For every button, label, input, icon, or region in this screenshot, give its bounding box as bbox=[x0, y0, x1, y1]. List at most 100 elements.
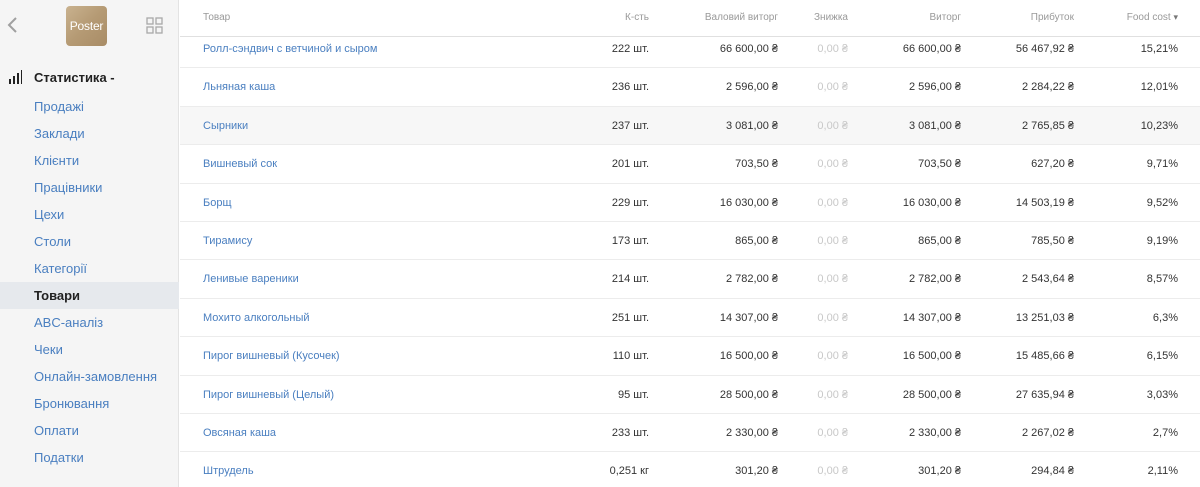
food-cost-label: Food cost bbox=[1126, 12, 1171, 23]
back-chevron-icon[interactable] bbox=[6, 14, 20, 36]
column-header-revenue[interactable]: Виторг bbox=[930, 12, 962, 23]
quantity-cell: 0,251 кг bbox=[609, 465, 649, 478]
product-name-link[interactable]: Льняная каша bbox=[203, 81, 275, 93]
sidebar-item[interactable]: Чеки bbox=[0, 336, 179, 363]
discount-cell: 0,00 ₴ bbox=[817, 465, 848, 478]
products-table: Товар К-сть Валовий виторг Знижка Виторг… bbox=[180, 0, 1200, 487]
profit-cell: 2 284,22 ₴ bbox=[1022, 81, 1074, 94]
product-name-link[interactable]: Ролл-сэндвич с ветчиной и сыром bbox=[203, 43, 377, 55]
sidebar-item[interactable]: ABC-аналіз bbox=[0, 309, 179, 336]
section-title: Статистика - bbox=[34, 69, 115, 85]
app-logo[interactable]: Poster bbox=[66, 6, 107, 46]
column-header-profit[interactable]: Прибуток bbox=[1031, 12, 1074, 23]
quantity-cell: 222 шт. bbox=[611, 43, 649, 55]
revenue-cell: 28 500,00 ₴ bbox=[902, 388, 961, 401]
column-header-quantity[interactable]: К-сть bbox=[625, 12, 649, 23]
discount-cell: 0,00 ₴ bbox=[817, 119, 848, 132]
food-cost-cell: 12,01% bbox=[1140, 81, 1178, 94]
quantity-cell: 110 шт. bbox=[612, 350, 649, 363]
table-row[interactable]: Сырники 237 шт. 3 081,00 ₴ 0,00 ₴ 3 081,00 ₴… bbox=[180, 106, 1200, 146]
sidebar-item[interactable]: Онлайн-замовлення bbox=[0, 363, 179, 390]
column-header-gross-revenue[interactable]: Валовий виторг bbox=[705, 12, 778, 23]
product-name-link[interactable]: Сырники bbox=[203, 120, 248, 132]
food-cost-cell: 9,52% bbox=[1146, 196, 1178, 209]
revenue-cell: 2 782,00 ₴ bbox=[909, 273, 961, 286]
profit-cell: 14 503,19 ₴ bbox=[1015, 196, 1074, 209]
food-cost-cell: 10,23% bbox=[1140, 119, 1178, 132]
table-row[interactable]: Мохито алкогольный 251 шт. 14 307,00 ₴ 0,00… bbox=[180, 299, 1200, 338]
gross-revenue-cell: 2 596,00 ₴ bbox=[726, 81, 778, 94]
sort-desc-icon: ▾ bbox=[1173, 12, 1178, 22]
food-cost-cell: 8,57% bbox=[1146, 273, 1178, 286]
sidebar-item[interactable]: Цехи bbox=[0, 201, 179, 228]
column-header-discount[interactable]: Знижка bbox=[814, 12, 848, 23]
sidebar-item[interactable]: Заклади bbox=[0, 120, 179, 147]
table-row[interactable]: Овсяная каша 233 шт. 2 330,00 ₴ 0,00 ₴ 2 330… bbox=[180, 414, 1200, 453]
food-cost-cell: 9,71% bbox=[1146, 158, 1178, 171]
discount-cell: 0,00 ₴ bbox=[817, 350, 848, 363]
sidebar: Poster Статистика - Продажі Заклади Клієнт… bbox=[0, 0, 179, 487]
sidebar-item[interactable]: Податки bbox=[0, 444, 179, 471]
product-name-link[interactable]: Пирог вишневый (Целый) bbox=[203, 389, 334, 401]
gross-revenue-cell: 28 500,00 ₴ bbox=[719, 388, 778, 401]
sidebar-item[interactable]: Працівники bbox=[0, 174, 179, 201]
table-row[interactable]: Тирамису 173 шт. 865,00 ₴ 0,00 ₴ 865,00 ₴ 785… bbox=[180, 222, 1200, 261]
revenue-cell: 865,00 ₴ bbox=[918, 234, 961, 247]
gross-revenue-cell: 66 600,00 ₴ bbox=[719, 43, 778, 55]
product-name-link[interactable]: Пирог вишневый (Кусочек) bbox=[203, 350, 340, 362]
gross-revenue-cell: 2 782,00 ₴ bbox=[726, 273, 778, 286]
gross-revenue-cell: 3 081,00 ₴ bbox=[726, 119, 778, 132]
profit-cell: 56 467,92 ₴ bbox=[1015, 43, 1074, 55]
column-header-product[interactable]: Товар bbox=[203, 12, 230, 23]
profit-cell: 2 765,85 ₴ bbox=[1022, 119, 1074, 132]
apps-grid-icon[interactable] bbox=[146, 17, 163, 34]
quantity-cell: 95 шт. bbox=[618, 388, 649, 401]
product-name-link[interactable]: Мохито алкогольный bbox=[203, 312, 310, 324]
table-row[interactable]: Ролл-сэндвич с ветчиной и сыром 222 шт. 66… bbox=[180, 30, 1200, 69]
gross-revenue-cell: 16 030,00 ₴ bbox=[719, 196, 778, 209]
table-row[interactable]: Пирог вишневый (Целый) 95 шт. 28 500,00 ₴ 0… bbox=[180, 376, 1200, 414]
table-row[interactable]: Штрудель 0,251 кг 301,20 ₴ 0,00 ₴ 301,20 ₴ 29… bbox=[180, 452, 1200, 487]
product-name-link[interactable]: Борщ bbox=[203, 197, 232, 209]
discount-cell: 0,00 ₴ bbox=[817, 388, 848, 401]
sidebar-item[interactable]: Клієнти bbox=[0, 147, 179, 174]
product-name-link[interactable]: Тирамису bbox=[203, 235, 252, 247]
table-row[interactable]: Ленивые вареники 214 шт. 2 782,00 ₴ 0,00 ₴ 2… bbox=[180, 260, 1200, 299]
food-cost-cell: 6,15% bbox=[1146, 350, 1178, 363]
bar-chart-icon bbox=[9, 70, 22, 84]
product-name-link[interactable]: Штрудель bbox=[203, 465, 254, 477]
product-name-link[interactable]: Вишневый сок bbox=[203, 158, 277, 170]
sidebar-item[interactable]: Категорії bbox=[0, 255, 179, 282]
profit-cell: 785,50 ₴ bbox=[1031, 234, 1074, 247]
statistics-section-header[interactable]: Статистика - bbox=[0, 66, 179, 88]
discount-cell: 0,00 ₴ bbox=[817, 426, 848, 439]
quantity-cell: 173 шт. bbox=[611, 234, 649, 247]
sidebar-item[interactable]: Столи bbox=[0, 228, 179, 255]
table-row[interactable]: Пирог вишневый (Кусочек) 110 шт. 16 500,00… bbox=[180, 337, 1200, 376]
food-cost-cell: 6,3% bbox=[1152, 311, 1178, 324]
profit-cell: 294,84 ₴ bbox=[1031, 465, 1074, 478]
food-cost-cell: 9,19% bbox=[1146, 234, 1178, 247]
revenue-cell: 2 330,00 ₴ bbox=[909, 426, 961, 439]
sidebar-item[interactable]: Оплати bbox=[0, 417, 179, 444]
sidebar-item[interactable]: Продажі bbox=[0, 93, 179, 120]
food-cost-cell: 2,7% bbox=[1152, 426, 1178, 439]
quantity-cell: 236 шт. bbox=[611, 81, 649, 94]
profit-cell: 27 635,94 ₴ bbox=[1015, 388, 1074, 401]
product-name-link[interactable]: Ленивые вареники bbox=[203, 273, 299, 285]
profit-cell: 15 485,66 ₴ bbox=[1015, 350, 1074, 363]
gross-revenue-cell: 301,20 ₴ bbox=[735, 465, 778, 478]
product-name-link[interactable]: Овсяная каша bbox=[203, 427, 276, 439]
table-row[interactable]: Льняная каша 236 шт. 2 596,00 ₴ 0,00 ₴ 2 596… bbox=[180, 68, 1200, 107]
quantity-cell: 251 шт. bbox=[611, 311, 649, 324]
discount-cell: 0,00 ₴ bbox=[817, 158, 848, 171]
sidebar-item[interactable]: Бронювання bbox=[0, 390, 179, 417]
sidebar-item[interactable]: Товари bbox=[0, 282, 179, 309]
table-row[interactable]: Вишневый сок 201 шт. 703,50 ₴ 0,00 ₴ 703,50 … bbox=[180, 145, 1200, 184]
table-row[interactable]: Борщ 229 шт. 16 030,00 ₴ 0,00 ₴ 16 030,00 ₴ 1… bbox=[180, 184, 1200, 222]
revenue-cell: 301,20 ₴ bbox=[918, 465, 961, 478]
quantity-cell: 201 шт. bbox=[611, 158, 649, 171]
discount-cell: 0,00 ₴ bbox=[817, 273, 848, 286]
revenue-cell: 66 600,00 ₴ bbox=[902, 43, 961, 55]
column-header-food-cost[interactable]: Food cost ▾ bbox=[1127, 12, 1178, 23]
